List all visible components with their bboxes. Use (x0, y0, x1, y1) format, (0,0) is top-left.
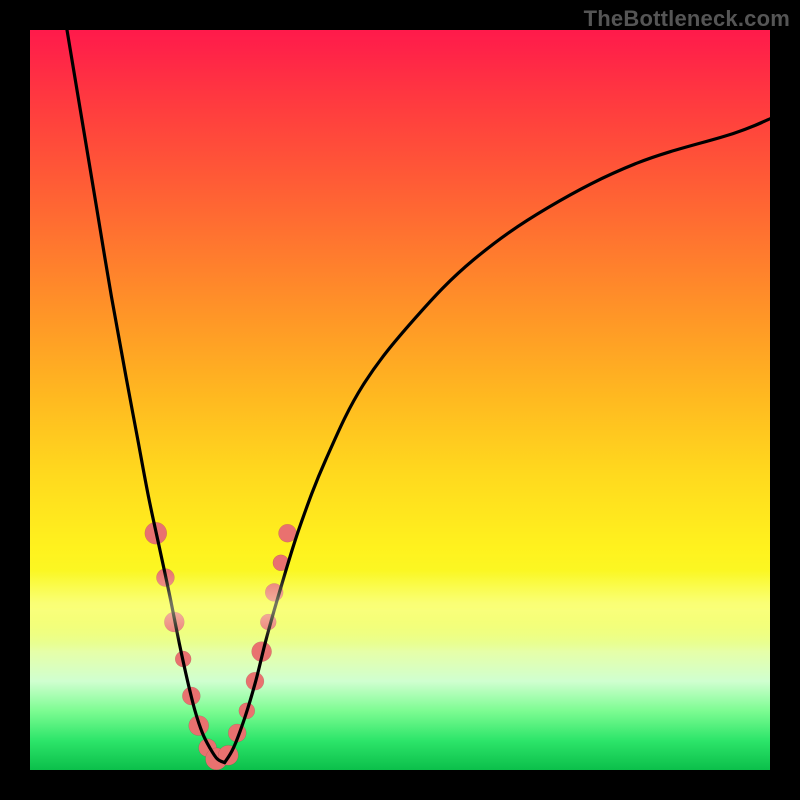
chart-stage: TheBottleneck.com (0, 0, 800, 800)
markers-layer (145, 522, 297, 770)
watermark-text: TheBottleneck.com (584, 6, 790, 32)
curves-svg (30, 30, 770, 770)
plot-area (30, 30, 770, 770)
left-curve (67, 30, 225, 763)
right-curve (225, 119, 770, 763)
